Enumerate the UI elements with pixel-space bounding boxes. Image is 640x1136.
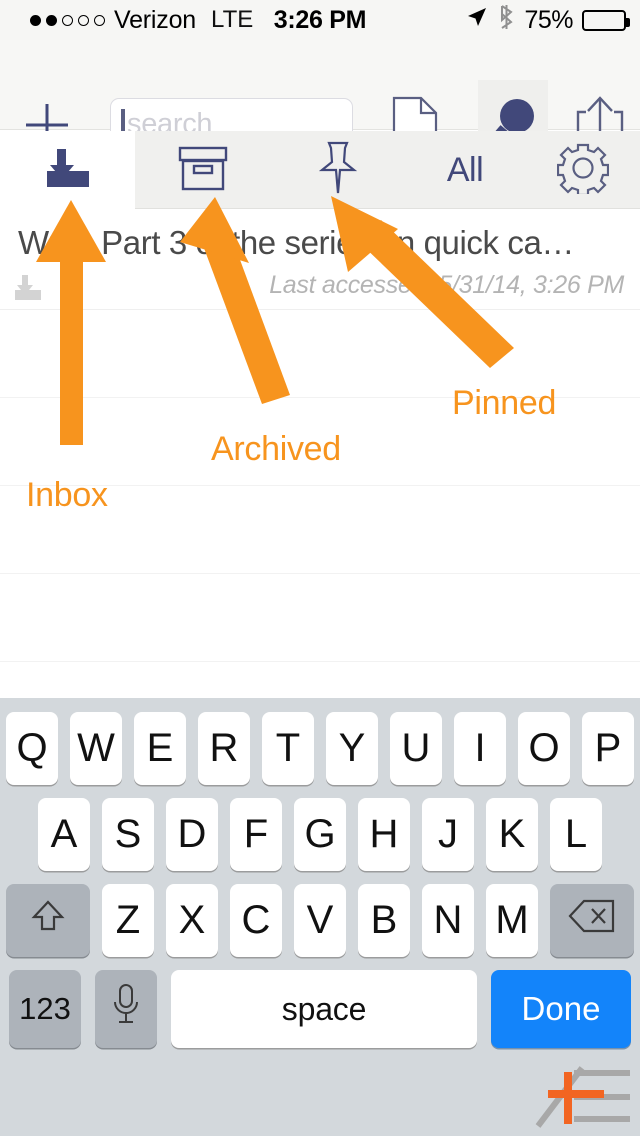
- key-C[interactable]: C: [230, 884, 282, 957]
- key-F[interactable]: F: [230, 798, 282, 871]
- tab-all[interactable]: All: [405, 131, 525, 209]
- key-G[interactable]: G: [294, 798, 346, 871]
- key-Q[interactable]: Q: [6, 712, 58, 785]
- gear-icon: [556, 142, 609, 199]
- status-bar-left: Verizon LTE: [30, 6, 253, 35]
- key-T[interactable]: T: [262, 712, 314, 785]
- key-D[interactable]: D: [166, 798, 218, 871]
- done-key[interactable]: Done: [491, 970, 631, 1048]
- annotation-label-pinned: Pinned: [452, 384, 557, 422]
- key-K[interactable]: K: [486, 798, 538, 871]
- backspace-key[interactable]: [550, 884, 634, 957]
- list-item-title: Write Part 3 of the series on quick ca…: [18, 224, 575, 261]
- bluetooth-icon: [498, 4, 515, 37]
- key-U[interactable]: U: [390, 712, 442, 785]
- location-arrow-icon: [465, 5, 489, 36]
- shift-key[interactable]: [6, 884, 90, 957]
- battery-icon: [582, 9, 630, 31]
- key-A[interactable]: A: [38, 798, 90, 871]
- battery-percent: 75%: [524, 5, 573, 34]
- annotation-label-archived: Archived: [211, 430, 341, 468]
- key-Y[interactable]: Y: [326, 712, 378, 785]
- folder-tab-bar: All: [0, 131, 640, 209]
- dictation-key[interactable]: [95, 970, 157, 1048]
- signal-strength-dots: [30, 14, 105, 26]
- network-type: LTE: [211, 6, 254, 33]
- annotation-label-inbox: Inbox: [26, 476, 108, 514]
- tab-all-label: All: [446, 150, 484, 189]
- carrier-name: Verizon: [114, 5, 196, 34]
- status-bar-right: 75%: [465, 4, 630, 37]
- key-H[interactable]: H: [358, 798, 410, 871]
- key-W[interactable]: W: [70, 712, 122, 785]
- key-V[interactable]: V: [294, 884, 346, 957]
- key-X[interactable]: X: [166, 884, 218, 957]
- tab-pinned[interactable]: [270, 131, 405, 209]
- keyboard-row-2: A S D F G H J K L: [0, 798, 640, 871]
- tab-inbox[interactable]: [0, 131, 135, 209]
- key-S[interactable]: S: [102, 798, 154, 871]
- key-M[interactable]: M: [486, 884, 538, 957]
- top-toolbar: search: [0, 40, 640, 170]
- status-bar: Verizon LTE 3:26 PM 75%: [0, 0, 640, 40]
- backspace-delete-icon: [568, 898, 616, 944]
- iphone-screen: Verizon LTE 3:26 PM 75% search All Write…: [0, 0, 640, 1136]
- space-key[interactable]: space: [171, 970, 477, 1048]
- keyboard-row-1: Q W E R T Y U I O P: [0, 712, 640, 785]
- key-L[interactable]: L: [550, 798, 602, 871]
- key-R[interactable]: R: [198, 712, 250, 785]
- key-I[interactable]: I: [454, 712, 506, 785]
- keyboard-row-4: 123 space Done: [0, 970, 640, 1048]
- key-J[interactable]: J: [422, 798, 474, 871]
- status-bar-clock: 3:26 PM: [273, 5, 367, 34]
- list-item: [0, 574, 640, 662]
- key-N[interactable]: N: [422, 884, 474, 957]
- key-Z[interactable]: Z: [102, 884, 154, 957]
- tab-archived[interactable]: [135, 131, 270, 209]
- archive-box-icon: [177, 144, 229, 197]
- keyboard-row-3: Z X C V B N M: [0, 884, 640, 957]
- numbers-key[interactable]: 123: [9, 970, 81, 1048]
- key-P[interactable]: P: [582, 712, 634, 785]
- pushpin-icon: [316, 140, 360, 201]
- shift-up-arrow-icon: [28, 896, 68, 946]
- key-O[interactable]: O: [518, 712, 570, 785]
- key-B[interactable]: B: [358, 884, 410, 957]
- list-item[interactable]: Write Part 3 of the series on quick ca… …: [0, 209, 640, 310]
- tab-settings[interactable]: [525, 131, 640, 209]
- key-E[interactable]: E: [134, 712, 186, 785]
- inbox-download-icon: [43, 145, 93, 196]
- logo-watermark-icon: [530, 1054, 640, 1134]
- list-item-subtitle: Last accessed: 5/31/14, 3:26 PM: [269, 271, 624, 299]
- inbox-download-icon: [12, 273, 44, 303]
- microphone-icon: [112, 982, 140, 1036]
